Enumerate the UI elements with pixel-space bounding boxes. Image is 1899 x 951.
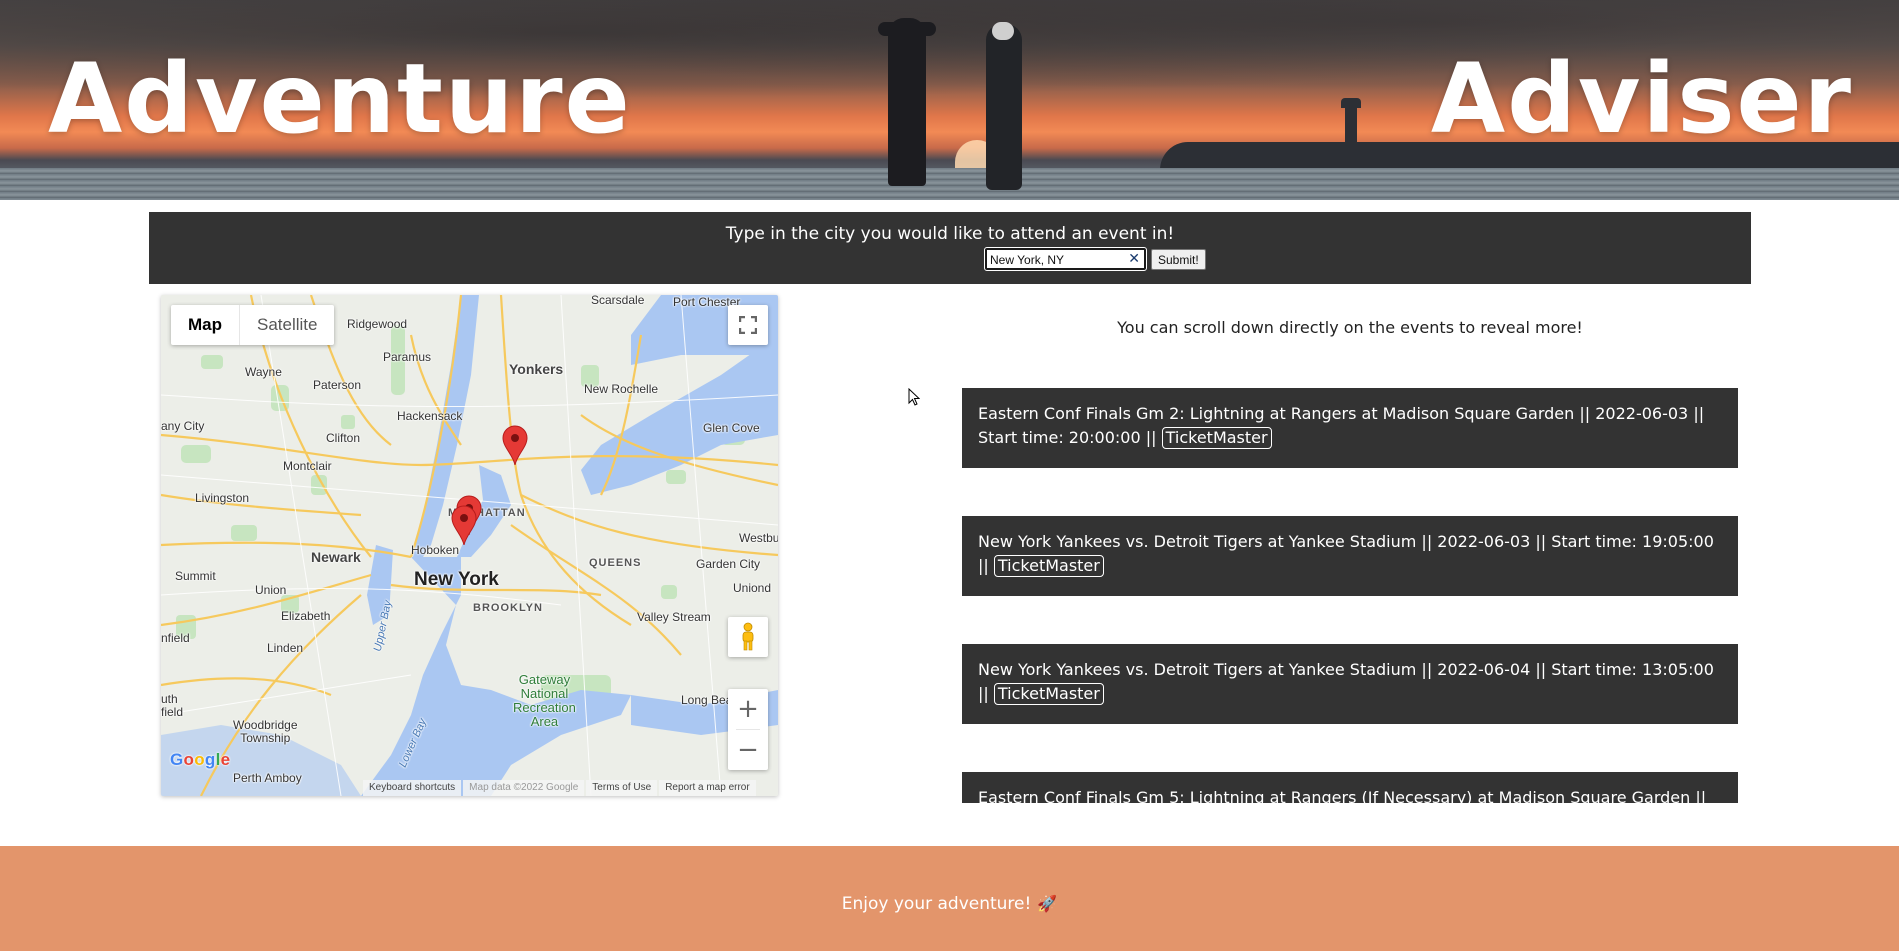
- map-label-paterson: Paterson: [313, 378, 362, 392]
- map-label-wayne: Wayne: [245, 365, 282, 379]
- map-label-paramus: Paramus: [383, 350, 432, 364]
- close-icon[interactable]: ✕: [1128, 250, 1140, 268]
- pegman-icon: [742, 622, 754, 651]
- map-label-yonkers: Yonkers: [509, 361, 564, 377]
- map-label-montclair: Montclair: [283, 459, 332, 473]
- submit-button[interactable]: Submit!: [1151, 249, 1206, 270]
- map-marker-yankee-stadium[interactable]: [502, 425, 528, 465]
- fullscreen-icon: [739, 316, 757, 334]
- terms-of-use-link[interactable]: Terms of Use: [586, 780, 658, 796]
- event-card: Eastern Conf Finals Gm 5: Lightning at R…: [962, 772, 1738, 803]
- mouse-cursor-icon: [908, 388, 920, 406]
- map-label-garden-city: Garden City: [696, 557, 761, 571]
- map-label-south-field: uth field: [161, 692, 184, 719]
- footer-message: Enjoy your adventure! 🚀: [0, 894, 1899, 914]
- map-label-summit: Summit: [175, 569, 216, 583]
- map-label-any-city: any City: [161, 419, 205, 433]
- map-label-gateway: Gateway National Recreation Area: [513, 672, 576, 729]
- hero-sea: [0, 168, 1899, 200]
- hero-person-right: [986, 24, 1022, 190]
- google-logo: Google: [170, 750, 231, 769]
- events-list[interactable]: Eastern Conf Finals Gm 2: Lightning at R…: [962, 388, 1738, 803]
- event-map[interactable]: Scarsdale Port Chester Ridgewood Paramus…: [161, 295, 778, 796]
- map-label-scarsdale: Scarsdale: [591, 295, 645, 307]
- map-label-hackensack: Hackensack: [397, 409, 463, 423]
- event-card: New York Yankees vs. Detroit Tigers at Y…: [962, 516, 1738, 596]
- map-label-ridgewood: Ridgewood: [347, 317, 408, 331]
- ticketmaster-link[interactable]: TicketMaster: [993, 555, 1104, 577]
- event-card: Eastern Conf Finals Gm 2: Lightning at R…: [962, 388, 1738, 468]
- map-label-glen-cove: Glen Cove: [703, 421, 760, 435]
- hero-person-right-head: [992, 22, 1014, 40]
- map-data-attribution: Map data ©2022 Google: [463, 780, 585, 796]
- search-form: ✕ Submit!: [984, 247, 1385, 272]
- city-input-wrapper: ✕: [984, 247, 1147, 271]
- site-title-left: Adventure: [48, 43, 632, 155]
- map-label-livingston: Livingston: [195, 491, 250, 505]
- map-label-field: nfield: [161, 631, 190, 645]
- fullscreen-button[interactable]: [728, 305, 768, 345]
- zoom-control: + −: [728, 689, 768, 770]
- map-type-map[interactable]: Map: [171, 305, 239, 345]
- hero-banner: Adventure Adviser: [0, 0, 1899, 200]
- hero-person-left: [888, 18, 926, 186]
- event-card: New York Yankees vs. Detroit Tigers at Y…: [962, 644, 1738, 724]
- map-label-brooklyn: BROOKLYN: [473, 602, 543, 614]
- map-label-queens: QUEENS: [589, 557, 642, 569]
- events-scroll-hint: You can scroll down directly on the even…: [1117, 318, 1583, 337]
- ticketmaster-link[interactable]: TicketMaster: [1161, 427, 1272, 449]
- map-marker-msg-2[interactable]: [451, 505, 477, 545]
- map-label-perth-amboy: Perth Amboy: [233, 771, 302, 785]
- site-title-right: Adviser: [1430, 43, 1853, 155]
- map-footer: Keyboard shortcuts Map data ©2022 Google…: [361, 780, 756, 796]
- map-label-woodbridge: Woodbridge Township: [233, 718, 298, 745]
- street-view-button[interactable]: [728, 617, 768, 657]
- zoom-in-button[interactable]: +: [728, 689, 768, 729]
- footer-text: Enjoy your adventure!: [841, 894, 1032, 914]
- hero-person-left-arms: [878, 22, 936, 36]
- search-bar: Type in the city you would like to atten…: [149, 212, 1751, 284]
- rocket-icon: 🚀: [1037, 894, 1058, 913]
- search-prompt: Type in the city you would like to atten…: [725, 224, 1175, 244]
- ticketmaster-link[interactable]: TicketMaster: [993, 683, 1104, 705]
- map-label-clifton: Clifton: [326, 431, 361, 445]
- map-label-long-beach: Long Bea: [681, 693, 733, 707]
- city-search-input[interactable]: [990, 251, 1120, 268]
- map-label-new-york: New York: [414, 569, 499, 590]
- hero-lighthouse: [1345, 104, 1357, 144]
- map-label-newark: Newark: [311, 549, 361, 565]
- zoom-out-button[interactable]: −: [728, 730, 768, 770]
- map-type-control: Map Satellite: [171, 305, 335, 345]
- map-label-union: Union: [255, 583, 287, 597]
- map-label-linden: Linden: [267, 641, 304, 655]
- report-map-error-link[interactable]: Report a map error: [659, 780, 756, 796]
- map-label-uniondale: Uniond: [733, 581, 772, 595]
- map-label-new-rochelle: New Rochelle: [584, 382, 659, 396]
- map-label-valley-stream: Valley Stream: [637, 610, 711, 624]
- event-text: Eastern Conf Finals Gm 5: Lightning at R…: [978, 788, 1707, 803]
- event-text: Eastern Conf Finals Gm 2: Lightning at R…: [978, 404, 1705, 447]
- page-footer: Enjoy your adventure! 🚀: [0, 846, 1899, 951]
- map-type-satellite[interactable]: Satellite: [240, 305, 334, 345]
- map-label-hoboken: Hoboken: [411, 543, 460, 557]
- keyboard-shortcuts-link[interactable]: Keyboard shortcuts: [363, 780, 462, 796]
- map-label-westbury: Westbu: [739, 531, 778, 545]
- map-label-elizabeth: Elizabeth: [281, 609, 331, 623]
